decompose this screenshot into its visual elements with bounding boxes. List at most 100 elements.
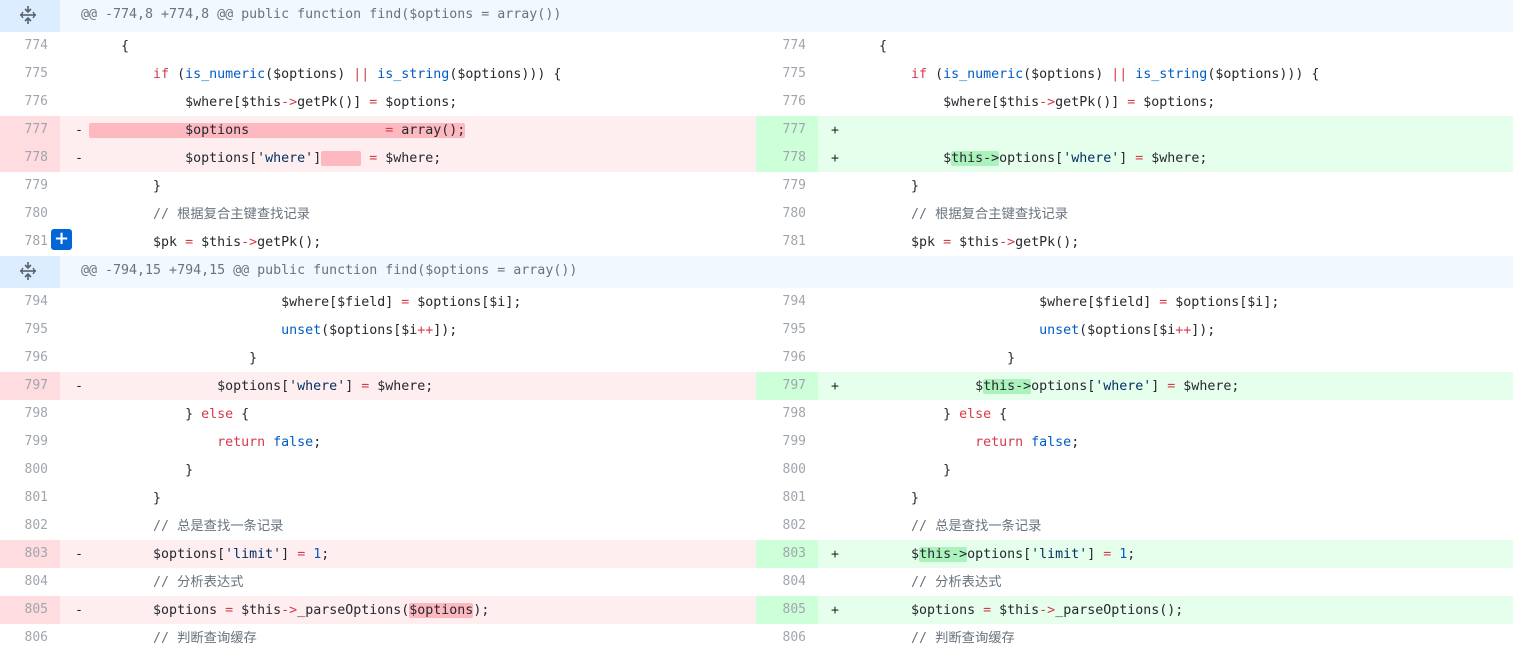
diff-row: 795 unset($options[$i++]); 795 unset($op… [0,316,1513,344]
left-line: 776 $where[$this->getPk()] = $options; [0,88,757,116]
line-number[interactable]: 781 [756,228,818,256]
line-number[interactable]: 800 [0,456,60,484]
line-number[interactable]: 774 [0,32,60,60]
code-line: // 分析表达式 [153,575,244,590]
line-number[interactable]: 806 [0,624,60,652]
line-number[interactable]: 776 [0,88,60,116]
unfold-icon [20,262,36,280]
right-line: 799 return false; [756,428,1513,456]
left-line: 774 { [0,32,757,60]
line-number[interactable]: 778 [756,144,818,172]
left-line: 794 $where[$field] = $options[$i]; [0,288,757,316]
code-line: $pk = $this->getPk(); [153,235,322,250]
line-number[interactable]: 776 [756,88,818,116]
line-number[interactable]: 804 [756,568,818,596]
code-line: $options = $this->_parseOptions($options… [153,603,490,618]
line-number[interactable]: 799 [0,428,60,456]
line-number[interactable]: 798 [756,400,818,428]
added-line: 797 + $this->options['where'] = $where; [756,372,1513,400]
deleted-line: 803 - $options['limit'] = 1; [0,540,757,568]
split-diff-view: @@ -774,8 +774,8 @@ public function find… [0,0,1513,652]
left-line: 775 if (is_numeric($options) || is_strin… [0,60,757,88]
diff-row: 802 // 总是查找一条记录 802 // 总是查找一条记录 [0,512,1513,540]
line-number[interactable]: 777 [756,116,818,144]
addition-marker: + [831,123,840,138]
left-line: 802 // 总是查找一条记录 [0,512,757,540]
right-line: 800 } [756,456,1513,484]
code-line: } [911,491,920,506]
deleted-line: 777 - $options = array(); [0,116,757,144]
code-line: $where[$field] = $options[$i]; [281,295,522,310]
code-line: } [153,179,162,194]
page-margin [1513,0,1530,660]
right-line: 795 unset($options[$i++]); [756,316,1513,344]
add-comment-button[interactable]: + [51,229,72,250]
line-number[interactable]: 802 [756,512,818,540]
deleted-line: 797 - $options['where'] = $where; [0,372,757,400]
deletion-marker: - [75,123,84,138]
right-line: 804 // 分析表达式 [756,568,1513,596]
left-line: 800 } [0,456,757,484]
line-number[interactable]: 777 [0,116,60,144]
code-line: if (is_numeric($options) || is_string($o… [153,67,562,82]
hunk-header-text: @@ -794,15 +794,15 @@ public function fi… [81,263,578,278]
line-number[interactable]: 796 [0,344,60,372]
added-line: 803 + $this->options['limit'] = 1; [756,540,1513,568]
left-line: 795 unset($options[$i++]); [0,316,757,344]
line-number[interactable]: 779 [756,172,818,200]
diff-row: 797 - $options['where'] = $where; 797 + … [0,372,1513,400]
added-line: 777 + [756,116,1513,144]
code-line: $this->options['limit'] = 1; [911,547,1136,562]
line-number[interactable]: 797 [756,372,818,400]
line-number[interactable]: 802 [0,512,60,540]
added-line: 805 + $options = $this->_parseOptions(); [756,596,1513,624]
line-number[interactable]: 778 [0,144,60,172]
diff-row: 799 return false; 799 return false; [0,428,1513,456]
code-line: } [911,179,920,194]
right-line: 794 $where[$field] = $options[$i]; [756,288,1513,316]
line-number[interactable]: 803 [0,540,60,568]
diff-row: 798 } else { 798 } else { [0,400,1513,428]
line-number[interactable]: 799 [756,428,818,456]
line-number[interactable]: 803 [756,540,818,568]
line-number[interactable]: 775 [756,60,818,88]
line-number[interactable]: 805 [0,596,60,624]
line-number[interactable]: 775 [0,60,60,88]
left-line: 796 } [0,344,757,372]
line-number[interactable]: 794 [756,288,818,316]
line-number[interactable]: 774 [756,32,818,60]
line-number[interactable]: 805 [756,596,818,624]
line-number[interactable]: 806 [756,624,818,652]
line-number[interactable]: 796 [756,344,818,372]
line-number[interactable]: 780 [756,200,818,228]
diff-row: 779 } 779 } [0,172,1513,200]
code-line: $this->options['where'] = $where; [943,151,1208,166]
expand-button[interactable] [0,256,60,288]
expand-button[interactable] [0,0,60,32]
addition-marker: + [831,547,840,562]
addition-marker: + [831,379,840,394]
diff-row: 774 { 774 { [0,32,1513,60]
right-line: 798 } else { [756,400,1513,428]
line-number[interactable]: 780 [0,200,60,228]
line-number[interactable]: 779 [0,172,60,200]
code-line: $this->options['where'] = $where; [975,379,1240,394]
code-line: { [121,39,130,54]
diff-row: 781 $pk = $this->getPk(); 781 $pk = $thi… [0,228,1513,256]
line-number[interactable]: 794 [0,288,60,316]
code-line: } [1007,351,1016,366]
line-number[interactable]: 804 [0,568,60,596]
left-line: 801 } [0,484,757,512]
line-number[interactable]: 797 [0,372,60,400]
line-number[interactable]: 795 [756,316,818,344]
line-number[interactable]: 800 [756,456,818,484]
unfold-icon [20,6,36,24]
line-number[interactable]: 801 [756,484,818,512]
deletion-marker: - [75,603,84,618]
line-number[interactable]: 798 [0,400,60,428]
line-number[interactable]: 795 [0,316,60,344]
left-line: 781 $pk = $this->getPk(); [0,228,757,256]
diff-row: 778 - $options['where'] = $where; 778 + … [0,144,1513,172]
line-number[interactable]: 801 [0,484,60,512]
right-line: 779 } [756,172,1513,200]
